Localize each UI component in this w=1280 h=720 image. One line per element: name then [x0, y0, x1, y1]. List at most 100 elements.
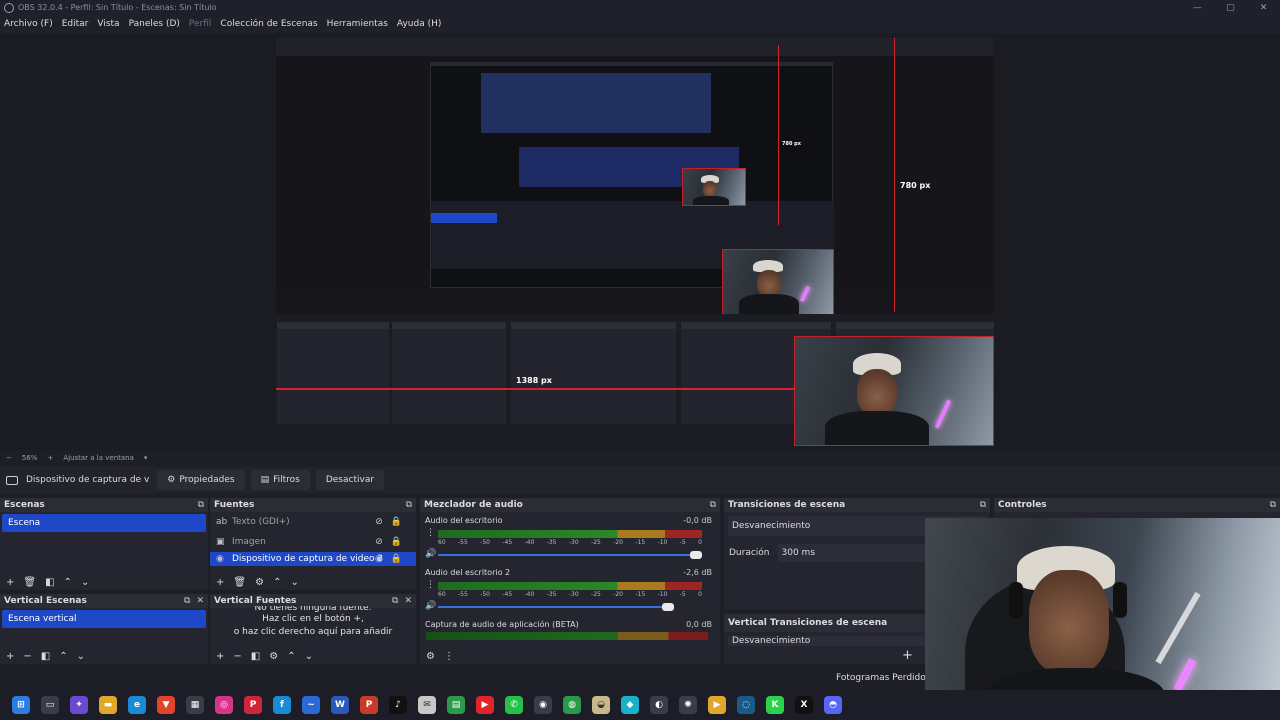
- move-up-icon[interactable]: ⌃: [59, 651, 67, 662]
- menu-edit[interactable]: Editar: [62, 19, 89, 29]
- dock-float-icon[interactable]: ⧉: [710, 500, 716, 510]
- filters-button[interactable]: ▤ Filtros: [250, 470, 310, 490]
- discord-icon[interactable]: ◓: [824, 696, 842, 714]
- zoom-in-button[interactable]: +: [47, 454, 53, 462]
- chatgpt-icon[interactable]: ✺: [679, 696, 697, 714]
- zoom-out-button[interactable]: −: [6, 454, 12, 462]
- close-button[interactable]: ✕: [1247, 0, 1280, 15]
- steam-icon[interactable]: ◌: [737, 696, 755, 714]
- eye-hidden-icon[interactable]: ⊘: [375, 537, 383, 547]
- source-properties-icon[interactable]: ⚙: [269, 651, 278, 662]
- track-menu-icon[interactable]: ⋮: [426, 528, 435, 538]
- dock-float-icon[interactable]: ⧉: [198, 500, 204, 510]
- menu-profile[interactable]: Perfil: [189, 19, 212, 29]
- file-explorer-icon[interactable]: ▬: [99, 696, 117, 714]
- source-properties-icon[interactable]: ⚙: [255, 577, 264, 588]
- edge-icon[interactable]: e: [128, 696, 146, 714]
- properties-button[interactable]: ⚙ Propiedades: [157, 470, 245, 490]
- remove-vertical-scene-icon[interactable]: −: [23, 651, 31, 662]
- app-icon[interactable]: ▶: [708, 696, 726, 714]
- move-up-icon[interactable]: ⌃: [287, 651, 295, 662]
- source-item[interactable]: ▣ Imagen ⊘ 🔒: [210, 532, 416, 552]
- speaker-icon[interactable]: 🔊: [425, 549, 436, 559]
- add-vertical-source-button[interactable]: +: [216, 651, 224, 662]
- tiktok-icon[interactable]: ♪: [389, 696, 407, 714]
- eye-icon[interactable]: ◉: [375, 554, 383, 564]
- copilot-icon[interactable]: ✦: [70, 696, 88, 714]
- move-up-icon[interactable]: ⌃: [273, 577, 281, 588]
- move-down-icon[interactable]: ⌄: [81, 577, 89, 588]
- pinterest-icon[interactable]: P: [244, 696, 262, 714]
- powerpoint-icon[interactable]: P: [360, 696, 378, 714]
- preview-canvas[interactable]: 780 px 780 px 1388 px: [0, 33, 1280, 450]
- track-menu-icon[interactable]: ⋮: [426, 580, 435, 590]
- volume-slider[interactable]: [438, 603, 674, 611]
- dock-float-icon[interactable]: ⧉: [1270, 500, 1276, 510]
- x-icon[interactable]: X: [795, 696, 813, 714]
- mail-icon[interactable]: ✉: [418, 696, 436, 714]
- add-transition-button[interactable]: +: [902, 648, 913, 663]
- youtube-icon[interactable]: ▶: [476, 696, 494, 714]
- zoom-dropdown-icon[interactable]: ▾: [144, 454, 148, 462]
- move-down-icon[interactable]: ⌄: [290, 577, 298, 588]
- messenger-icon[interactable]: ~: [302, 696, 320, 714]
- volume-slider-handle[interactable]: [690, 551, 702, 559]
- menu-scene-collection[interactable]: Colección de Escenas: [220, 19, 317, 29]
- remove-vertical-source-icon[interactable]: −: [233, 651, 241, 662]
- word-icon[interactable]: W: [331, 696, 349, 714]
- vertical-scene-item[interactable]: Escena vertical: [2, 610, 206, 628]
- chrome-icon[interactable]: ◍: [563, 696, 581, 714]
- menu-file[interactable]: Archivo (F): [4, 19, 53, 29]
- windows-start-icon[interactable]: ⊞: [12, 696, 30, 714]
- dock-float-icon[interactable]: ⧉: [184, 596, 190, 606]
- lock-icon[interactable]: 🔒: [391, 554, 402, 564]
- add-source-button[interactable]: +: [216, 577, 224, 588]
- filter-scene-icon[interactable]: ◧: [41, 651, 50, 662]
- remove-scene-icon[interactable]: 🗑: [23, 577, 36, 588]
- menu-tools[interactable]: Herramientas: [327, 19, 388, 29]
- obs-icon[interactable]: ◉: [534, 696, 552, 714]
- volume-slider[interactable]: [438, 551, 702, 559]
- mixer-settings-icon[interactable]: ⚙: [426, 651, 435, 662]
- lock-icon[interactable]: 🔒: [391, 537, 402, 547]
- source-item-selected[interactable]: ◉ Dispositivo de captura de video 3 ◉ 🔒: [210, 552, 416, 566]
- filter-source-icon[interactable]: ◧: [251, 651, 260, 662]
- add-scene-button[interactable]: +: [6, 577, 14, 588]
- instagram-icon[interactable]: ◎: [215, 696, 233, 714]
- dock-float-icon[interactable]: ⧉: [406, 500, 412, 510]
- dock-close-icon[interactable]: ✕: [196, 596, 204, 606]
- menu-view[interactable]: Vista: [97, 19, 119, 29]
- store-icon[interactable]: ▦: [186, 696, 204, 714]
- add-vertical-scene-button[interactable]: +: [6, 651, 14, 662]
- dock-float-icon[interactable]: ⧉: [980, 500, 986, 510]
- move-down-icon[interactable]: ⌄: [77, 651, 85, 662]
- empty-sources-hint[interactable]: No tienes ninguna fuente. Haz clic en el…: [210, 606, 416, 639]
- eye-hidden-icon[interactable]: ⊘: [375, 517, 383, 527]
- task-view-icon[interactable]: ▭: [41, 696, 59, 714]
- menu-docks[interactable]: Paneles (D): [129, 19, 180, 29]
- maximize-button[interactable]: ▢: [1214, 0, 1247, 15]
- deactivate-button[interactable]: Desactivar: [315, 470, 385, 490]
- move-up-icon[interactable]: ⌃: [64, 577, 72, 588]
- volume-slider-handle[interactable]: [662, 603, 674, 611]
- app-icon[interactable]: ◐: [650, 696, 668, 714]
- scene-item[interactable]: Escena: [2, 514, 206, 532]
- move-down-icon[interactable]: ⌄: [305, 651, 313, 662]
- lock-icon[interactable]: 🔒: [391, 517, 402, 527]
- fit-to-window-label[interactable]: Ajustar a la ventana: [63, 454, 134, 462]
- whatsapp-icon[interactable]: ✆: [505, 696, 523, 714]
- dock-float-icon[interactable]: ⧉: [392, 596, 398, 606]
- speaker-icon[interactable]: 🔊: [425, 601, 436, 611]
- app-icon[interactable]: K: [766, 696, 784, 714]
- sheets-icon[interactable]: ▤: [447, 696, 465, 714]
- app-icon[interactable]: ◆: [621, 696, 639, 714]
- remove-source-icon[interactable]: 🗑: [233, 577, 246, 588]
- brave-icon[interactable]: ▼: [157, 696, 175, 714]
- minimize-button[interactable]: —: [1181, 0, 1214, 15]
- facebook-icon[interactable]: f: [273, 696, 291, 714]
- mixer-menu-icon[interactable]: ⋮: [444, 651, 454, 662]
- dock-close-icon[interactable]: ✕: [404, 596, 412, 606]
- menu-help[interactable]: Ayuda (H): [397, 19, 441, 29]
- source-item[interactable]: ab Texto (GDI+) ⊘ 🔒: [210, 512, 416, 532]
- app-icon[interactable]: ◒: [592, 696, 610, 714]
